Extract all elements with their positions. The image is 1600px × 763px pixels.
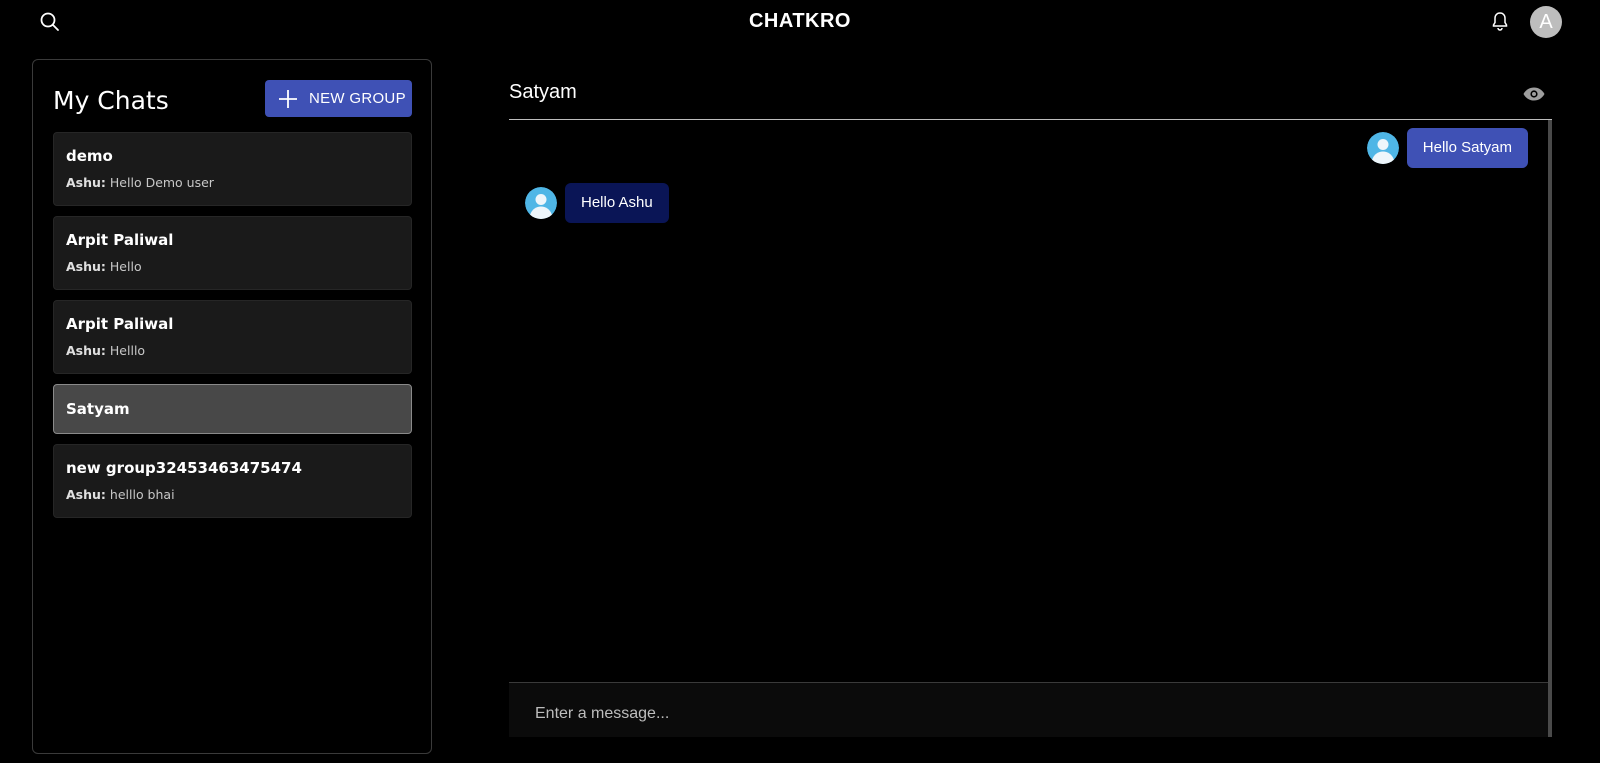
chat-item-arpit-paliwal-2[interactable]: Arpit Paliwal Ashu: Helllo [53,300,412,374]
chat-item-new-group[interactable]: new group32453463475474 Ashu: helllo bha… [53,444,412,518]
chat-name: Satyam [66,400,130,418]
user-avatar[interactable]: A [1530,6,1562,38]
chat-item-arpit-paliwal[interactable]: Arpit Paliwal Ashu: Hello [53,216,412,290]
message-sent: Hello Satyam [1366,128,1528,168]
notification-bell-icon[interactable] [1488,10,1512,34]
chat-name: demo [66,147,113,165]
top-bar: CHATKRO A [0,0,1600,44]
message-bubble: Hello Satyam [1406,128,1528,168]
chat-sender: Ashu: [66,259,106,274]
avatar [1366,132,1399,164]
my-chats-panel: My Chats NEW GROUP demo Ashu: Hello Demo… [32,59,432,754]
chat-last-message: Helllo [109,343,146,358]
scrollbar[interactable] [1548,120,1552,737]
chat-item-demo[interactable]: demo Ashu: Hello Demo user [53,132,412,206]
message-area: Hello Satyam Hello Ashu [509,120,1552,682]
chat-name: Arpit Paliwal [66,315,174,333]
chat-list: demo Ashu: Hello Demo user Arpit Paliwal… [53,132,412,528]
chat-sender: Ashu: [66,343,106,358]
message-input[interactable] [509,683,1548,737]
new-group-button[interactable]: NEW GROUP [265,80,412,117]
chat-name: new group32453463475474 [66,459,302,477]
message-bubble: Hello Ashu [565,183,669,223]
app-title: CHATKRO [748,10,851,32]
chat-preview: Ashu: Hello Demo user [66,175,399,190]
plus-icon [279,89,297,108]
chat-title: Satyam [509,81,577,103]
chat-sender: Ashu: [66,487,106,502]
chat-sender: Ashu: [66,175,106,190]
chat-name: Arpit Paliwal [66,231,174,249]
chat-last-message: Hello [109,259,142,274]
chat-preview: Ashu: Helllo [66,343,399,358]
my-chats-title: My Chats [53,86,169,115]
avatar [525,187,557,219]
chat-last-message: Hello Demo user [109,175,214,190]
chat-last-message: helllo bhai [109,487,175,502]
chat-item-satyam-selected[interactable]: Satyam [53,384,412,434]
new-group-label: NEW GROUP [309,90,406,107]
message-received: Hello Ashu [525,183,669,223]
chat-preview: Ashu: helllo bhai [66,487,399,502]
eye-icon[interactable] [1522,82,1546,106]
chat-preview: Ashu: Hello [66,259,399,274]
